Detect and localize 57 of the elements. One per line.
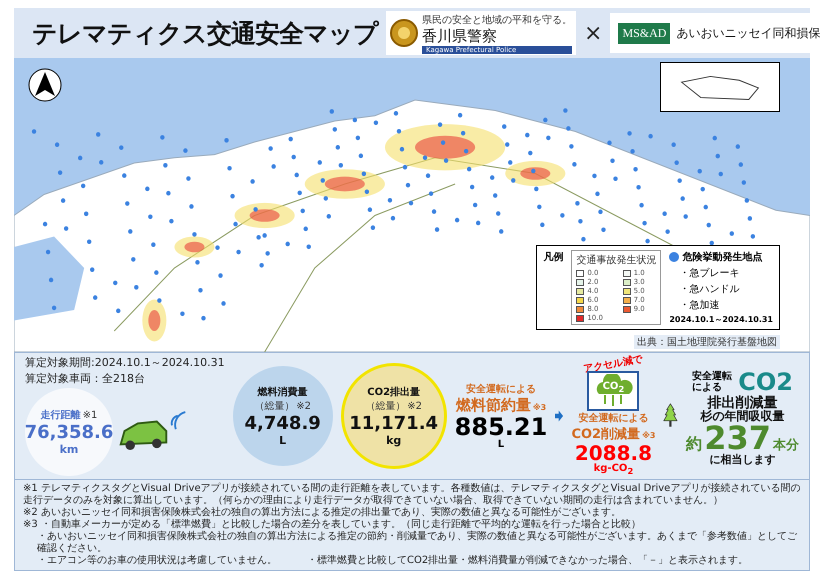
co2-cloud-icon: CO$_{2}$ <box>587 370 640 410</box>
co2-heading: CO2 <box>738 368 793 396</box>
note-mark: ※2 <box>407 401 422 412</box>
footnote: ※2 あいおいニッセイ同和損害保険株式会社の独自の算出方法による推定の排出量であり、実際の数値と異なる可能性がございます。 <box>23 507 621 518</box>
note-mark: ※3 <box>642 430 656 440</box>
metric-value: 11,171.4 <box>349 413 438 434</box>
police-name: 香川県警察 <box>422 26 498 46</box>
metric-value: 76,358.6 <box>24 422 114 443</box>
metric-sub: （総量） <box>365 400 406 413</box>
metric-label: 燃料消費量 <box>258 386 308 399</box>
vehicles-text: 算定対象車両：全218台 <box>25 371 146 387</box>
point-dot-icon <box>669 252 680 262</box>
savings-value: 885.21 <box>454 415 548 439</box>
metric-value: 4,748.9 <box>244 413 321 434</box>
note-mark: ※2 <box>296 401 312 412</box>
savings-label: 燃料節約量 <box>456 396 531 415</box>
metric-unit: kg <box>386 434 402 447</box>
reduction-caption: 安全運転による <box>578 411 648 424</box>
partner-mark: MS&AD <box>618 22 670 44</box>
tree-count: 237 <box>704 422 771 454</box>
metric-unit: km <box>60 443 78 456</box>
points-title: 危険挙動発生地点 <box>682 250 762 264</box>
savings-unit: L <box>498 439 504 450</box>
point-type: ・急ハンドル <box>678 283 740 296</box>
metric-label: 走行距離 <box>40 408 81 422</box>
times-sign: × <box>584 20 602 46</box>
tree-unit: 本分 <box>773 438 799 452</box>
metric-label: CO2排出量 <box>367 386 420 399</box>
point-type: ・急ブレーキ <box>678 266 740 280</box>
footnote: ※3 ・自動車メーカーが定める「標準燃費」と比較した場合の差分を表しています。（同じ走行距離で平均的な運転を行った場合と比較） <box>23 519 641 530</box>
footnote: ・あいおいニッセイ同和損害保険株式会社の独自の算出方法による推定の節約・削減量であり、実際の数値と異なる可能性がございます。あくまで「参考数値」としてご確認ください。 <box>37 531 798 554</box>
police-tagline: 県民の安全と地域の平和を守る。 <box>422 14 572 26</box>
point-type: ・急加速 <box>678 298 720 312</box>
note-mark: ※3 <box>532 403 546 412</box>
metric-unit: L <box>279 434 286 447</box>
approx-mark: 約 <box>686 436 702 452</box>
poster-title: テレマティクス交通安全マップ <box>32 18 378 50</box>
scale-title: 交通事故発生状況 <box>576 254 656 267</box>
partner-name: あいおいニッセイ同和損保 <box>676 24 820 42</box>
legend-period: 2024.10.1～2024.10.31 <box>669 314 773 325</box>
cedar-caption: 杉の年間吸収量 <box>700 410 785 422</box>
reduction-heading: 排出削減量 <box>708 396 778 410</box>
footnote: ・エアコン等のお車の使用状況は考慮していません。 <box>37 555 277 567</box>
metric-sub: （総量） <box>254 400 294 413</box>
savings-caption: 安全運転による <box>466 382 536 396</box>
footnote: ※1 テレマティクスタグとVisual Driveアプリが接続されている間の走行距離を表しています。各種数値は、テレマティクスタグとVisual Driveアプリが接続されている間の走行データのみを対象に算出しています。（何らかの理由により走行データが取得できていない場合、取得できていない期間の走行は含まれていません。） <box>23 483 801 506</box>
footnote: ・標準燃費と比較してCO2排出量・燃料消費量が削減できなかった場合、「－」と表示されます。 <box>307 555 748 567</box>
map-attribution: 出典：国土地理院発行基盤地図 <box>634 335 780 349</box>
reduction-label: CO2削減量 <box>571 426 640 442</box>
legend-heading: 凡例 <box>543 250 564 265</box>
equivalent-caption: 安全運転による <box>692 370 734 392</box>
reduction-value: 2088.8 <box>574 442 652 462</box>
reduction-unit: kg-CO$_{2}$ <box>594 462 634 476</box>
period-text: 算定対象期間:2024.10.1～2024.10.31 <box>25 355 225 371</box>
equivalent-closing: に相当します <box>710 454 776 464</box>
note-mark: ※1 <box>82 410 98 421</box>
badge-icon <box>390 18 418 48</box>
